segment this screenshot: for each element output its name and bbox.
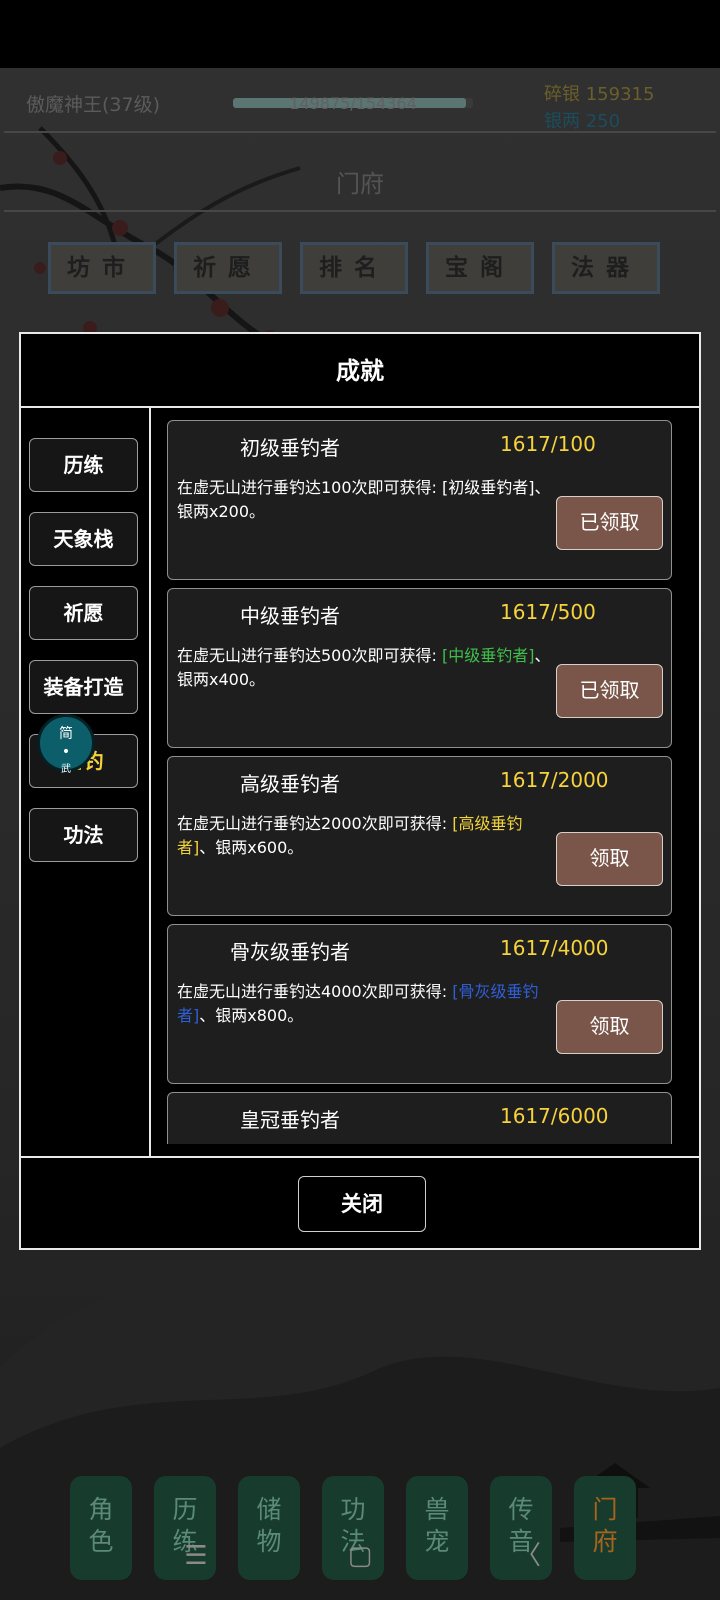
achievement-name: 中级垂钓者 (240, 604, 340, 628)
achievement-name: 骨灰级垂钓者 (230, 940, 350, 964)
achievement-card: 初级垂钓者 1617/100 在虚无山进行垂钓达100次即可获得: [初级垂钓者… (167, 420, 672, 580)
reward-item: [中级垂钓者] (442, 646, 535, 665)
float-ball-text: 武 (61, 764, 71, 775)
broken-silver-count: 碎银 159315 (544, 84, 655, 105)
tab-artifact[interactable]: 法器 (552, 242, 660, 294)
achievement-card: 中级垂钓者 1617/500 在虚无山进行垂钓达500次即可获得: [中级垂钓者… (167, 588, 672, 748)
floating-assistant-button[interactable]: 简 • 武 (37, 714, 95, 775)
exp-text: 149875/154364 (289, 94, 417, 113)
description-text: 在虚无山进行垂钓达500次即可获得: (177, 646, 443, 665)
achievement-progress: 1617/4000 (500, 936, 609, 960)
menu-icon[interactable]: ☰ (176, 1536, 216, 1576)
float-ball-text: • (61, 744, 71, 760)
category-equipment-forging[interactable]: 装备打造 (29, 660, 138, 714)
modal-title: 成就 (21, 334, 699, 408)
claim-button[interactable]: 领取 (556, 1000, 663, 1054)
category-training[interactable]: 历练 (29, 438, 138, 492)
tab-treasure[interactable]: 宝阁 (426, 242, 534, 294)
achievement-progress: 1617/6000 (500, 1104, 609, 1128)
description-text: 、银两x800。 (199, 1006, 304, 1025)
achievement-category-nav: 历练 天象栈 祈愿 装备打造 垂钓 功法 简 • 武 (21, 408, 151, 1156)
tab-market[interactable]: 坊市 (48, 242, 156, 294)
achievement-progress: 1617/2000 (500, 768, 609, 792)
tab-wish[interactable]: 祈愿 (174, 242, 282, 294)
description-text: 、银两x600。 (199, 838, 304, 857)
achievements-modal: 成就 历练 天象栈 祈愿 装备打造 垂钓 功法 简 • 武 初级垂钓者 1617… (19, 332, 701, 1250)
achievement-description: 在虚无山进行垂钓达2000次即可获得: [高级垂钓者]、银两x600。 (177, 812, 551, 860)
achievement-list[interactable]: 初级垂钓者 1617/100 在虚无山进行垂钓达100次即可获得: [初级垂钓者… (153, 410, 699, 1144)
achievement-description: 在虚无山进行垂钓达4000次即可获得: [骨灰级垂钓者]、银两x800。 (177, 980, 551, 1028)
silver-taels-count: 银两 250 (544, 111, 621, 132)
divider (4, 131, 716, 133)
top-tabs: 坊市 祈愿 排名 宝阁 法器 (48, 242, 672, 294)
section-title: 门府 (336, 170, 384, 198)
divider (4, 210, 716, 212)
achievement-description: 在虚无山进行垂钓达100次即可获得: [初级垂钓者]、银两x200。 (177, 476, 551, 524)
float-ball-text: 简 (59, 726, 73, 742)
achievement-name: 初级垂钓者 (240, 436, 340, 460)
achievement-card: 骨灰级垂钓者 1617/4000 在虚无山进行垂钓达4000次即可获得: [骨灰… (167, 924, 672, 1084)
achievement-progress: 1617/500 (500, 600, 596, 624)
achievement-name: 高级垂钓者 (240, 772, 340, 796)
reward-item: [初级垂钓者] (442, 478, 535, 497)
modal-footer: 关闭 (21, 1156, 699, 1250)
achievement-description: 在虚无山进行垂钓达500次即可获得: [中级垂钓者]、银两x400。 (177, 644, 551, 692)
description-text: 在虚无山进行垂钓达4000次即可获得: (177, 982, 453, 1001)
achievement-card: 皇冠垂钓者 1617/6000 (167, 1092, 672, 1144)
claimed-button[interactable]: 已领取 (556, 664, 663, 718)
close-button[interactable]: 关闭 (298, 1176, 426, 1232)
back-icon[interactable]: 〈 (508, 1536, 548, 1576)
home-icon[interactable]: ▢ (340, 1536, 380, 1576)
claim-button[interactable]: 领取 (556, 832, 663, 886)
system-nav-bar: ☰ ▢ 〈 (0, 1536, 720, 1576)
category-celestial-inn[interactable]: 天象栈 (29, 512, 138, 566)
claimed-button[interactable]: 已领取 (556, 496, 663, 550)
tab-ranking[interactable]: 排名 (300, 242, 408, 294)
player-name: 傲魔神王(37级) (26, 94, 161, 116)
category-wish[interactable]: 祈愿 (29, 586, 138, 640)
achievement-progress: 1617/100 (500, 432, 596, 456)
category-skills[interactable]: 功法 (29, 808, 138, 862)
achievement-card: 高级垂钓者 1617/2000 在虚无山进行垂钓达2000次即可获得: [高级垂… (167, 756, 672, 916)
description-text: 在虚无山进行垂钓达100次即可获得: (177, 478, 443, 497)
description-text: 在虚无山进行垂钓达2000次即可获得: (177, 814, 453, 833)
achievement-name: 皇冠垂钓者 (240, 1108, 340, 1132)
